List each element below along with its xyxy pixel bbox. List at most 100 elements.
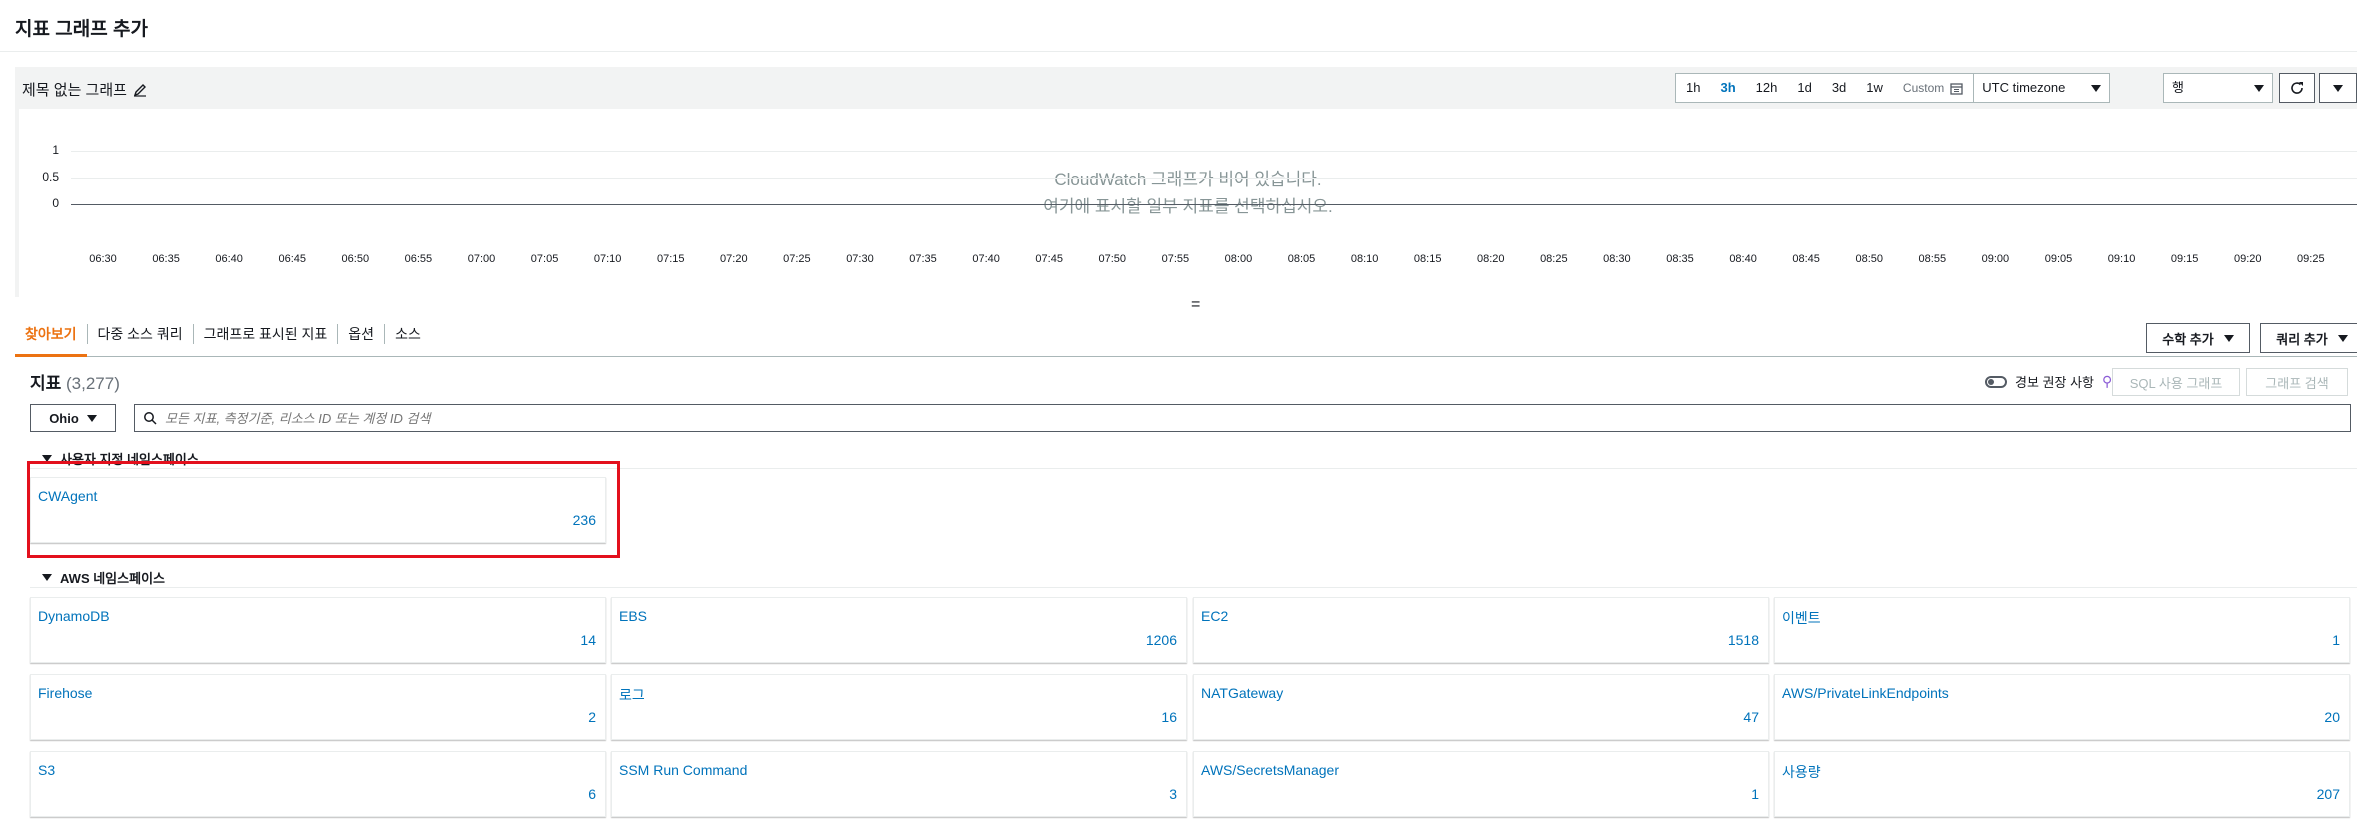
toggle-switch[interactable] <box>1985 375 2007 388</box>
namespace-count: 47 <box>1743 709 1759 725</box>
namespace-name[interactable]: 이벤트 <box>1782 608 1821 628</box>
x-tick-label: 08:25 <box>1540 253 1568 265</box>
search-icon <box>144 412 157 425</box>
sql-graph-button[interactable]: SQL 사용 그래프 <box>2112 368 2240 396</box>
namespace-card[interactable]: S3 6 <box>30 751 606 817</box>
x-tick-label: 08:35 <box>1666 253 1694 265</box>
x-tick-label: 09:15 <box>2170 253 2199 265</box>
refresh-icon <box>2291 82 2303 94</box>
namespace-count: 14 <box>580 632 596 648</box>
namespace-name[interactable]: 사용량 <box>1782 762 1821 782</box>
metric-search-input[interactable] <box>165 410 2165 426</box>
namespace-count: 1206 <box>1145 632 1177 648</box>
time-range-3d[interactable]: 3d <box>1822 74 1856 102</box>
namespace-name[interactable]: EC2 <box>1201 608 1228 624</box>
x-tick-label: 07:25 <box>783 253 811 265</box>
metric-tabs: 찾아보기 다중 소스 쿼리 그래프로 표시된 지표 옵션 소스 <box>15 312 2357 357</box>
refresh-options-button[interactable] <box>2319 73 2357 103</box>
x-tick-label: 07:10 <box>593 253 622 265</box>
y-tick-label: 0 <box>52 196 59 210</box>
namespace-card[interactable]: EBS 1206 <box>611 597 1187 663</box>
y-tick-label: 0.5 <box>42 170 59 184</box>
time-range-custom[interactable]: Custom <box>1893 74 1973 102</box>
metrics-heading: 지표 (3,277) <box>30 369 120 394</box>
chevron-down-icon <box>2337 334 2348 342</box>
namespace-name[interactable]: NATGateway <box>1201 685 1283 701</box>
graph-type-label: 행 <box>2172 80 2184 95</box>
namespace-name[interactable]: AWS/SecretsManager <box>1201 762 1339 778</box>
namespace-name[interactable]: EBS <box>619 608 647 624</box>
x-tick-label: 07:15 <box>656 253 685 265</box>
x-tick-label: 07:55 <box>1161 253 1190 265</box>
metrics-count: (3,277) <box>66 374 120 393</box>
x-tick-label: 06:50 <box>341 253 370 265</box>
metrics-title: 지표 <box>30 374 62 393</box>
lightbulb-icon: ⚲ <box>2101 373 2113 389</box>
namespace-name[interactable]: Firehose <box>38 685 92 701</box>
namespace-card[interactable]: 이벤트 1 <box>1774 597 2350 663</box>
alarm-recommendations-label: 경보 권장 사항 <box>2015 375 2094 390</box>
time-range-1d[interactable]: 1d <box>1787 74 1821 102</box>
namespace-count: 1 <box>1751 786 1759 802</box>
x-tick-label: 07:20 <box>720 253 748 265</box>
graph-search-button[interactable]: 그래프 검색 <box>2246 368 2348 396</box>
x-tick-label: 06:55 <box>404 253 433 265</box>
chevron-down-icon <box>2223 334 2234 342</box>
namespace-card[interactable]: EC2 1518 <box>1193 597 1769 663</box>
x-tick-label: 08:15 <box>1413 253 1442 265</box>
namespace-name[interactable]: AWS/PrivateLinkEndpoints <box>1782 685 1949 701</box>
custom-label: Custom <box>1902 81 1945 95</box>
namespace-card[interactable]: 로그 16 <box>611 674 1187 740</box>
namespace-name[interactable]: 로그 <box>619 685 645 705</box>
time-range-3h[interactable]: 3h <box>1710 74 1745 102</box>
namespace-card[interactable]: AWS/PrivateLinkEndpoints 20 <box>1774 674 2350 740</box>
x-tick-label: 07:00 <box>467 253 496 265</box>
namespace-count: 16 <box>1161 709 1177 725</box>
x-axis-line <box>71 204 2357 205</box>
collapse-triangle-icon <box>42 574 52 581</box>
tab-options[interactable]: 옵션 <box>338 324 386 344</box>
namespace-name[interactable]: S3 <box>38 762 55 778</box>
x-tick-label: 08:05 <box>1287 253 1316 265</box>
x-tick-label: 06:35 <box>152 253 180 265</box>
tab-graphed-metrics[interactable]: 그래프로 표시된 지표 <box>194 324 339 344</box>
time-range-1h[interactable]: 1h <box>1676 74 1710 102</box>
add-math-button[interactable]: 수학 추가 <box>2146 323 2250 353</box>
namespace-card[interactable]: NATGateway 47 <box>1193 674 1769 740</box>
graph-toolbar: 제목 없는 그래프 1h 3h 12h 1d 3d 1w Custom UTC … <box>15 67 2357 109</box>
time-range-12h[interactable]: 12h <box>1746 74 1788 102</box>
tab-multi-source-query[interactable]: 다중 소스 쿼리 <box>88 324 194 344</box>
page-header: 지표 그래프 추가 <box>0 0 2357 52</box>
aws-namespaces-header[interactable]: AWS 네임스페이스 <box>42 568 165 587</box>
namespace-card[interactable]: AWS/SecretsManager 1 <box>1193 751 1769 817</box>
x-tick-label: 08:40 <box>1729 253 1757 265</box>
add-query-button[interactable]: 쿼리 추가 <box>2260 323 2357 353</box>
x-tick-label: 08:00 <box>1224 253 1253 265</box>
timezone-select[interactable]: UTC timezone <box>1973 74 2109 102</box>
namespace-card[interactable]: DynamoDB 14 <box>30 597 606 663</box>
namespace-count: 1 <box>2332 632 2340 648</box>
x-tick-label: 07:05 <box>530 253 559 265</box>
tab-browse[interactable]: 찾아보기 <box>15 324 88 357</box>
alarm-recommendations-toggle[interactable]: 경보 권장 사항 ⚲ <box>1985 372 2112 391</box>
namespace-count: 6 <box>588 786 596 802</box>
refresh-button[interactable] <box>2279 73 2315 103</box>
time-range-1w[interactable]: 1w <box>1856 74 1893 102</box>
namespace-name[interactable]: SSM Run Command <box>619 762 747 778</box>
namespace-name[interactable]: DynamoDB <box>38 608 110 624</box>
edit-pencil-icon[interactable] <box>133 83 147 97</box>
x-tick-label: 08:45 <box>1792 253 1820 265</box>
namespace-card[interactable]: SSM Run Command 3 <box>611 751 1187 817</box>
graph-type-select[interactable]: 행 <box>2163 73 2273 103</box>
x-tick-label: 07:35 <box>909 253 937 265</box>
region-label: Ohio <box>49 410 79 426</box>
x-tick-label: 07:45 <box>1035 253 1063 265</box>
namespace-card[interactable]: Firehose 2 <box>30 674 606 740</box>
namespace-count: 20 <box>2324 709 2340 725</box>
namespace-card[interactable]: 사용량 207 <box>1774 751 2350 817</box>
graph-name[interactable]: 제목 없는 그래프 <box>22 79 147 100</box>
region-select[interactable]: Ohio <box>30 404 116 432</box>
metric-search-box[interactable] <box>134 404 2351 432</box>
highlight-annotation <box>27 461 620 558</box>
tab-source[interactable]: 소스 <box>385 324 431 344</box>
